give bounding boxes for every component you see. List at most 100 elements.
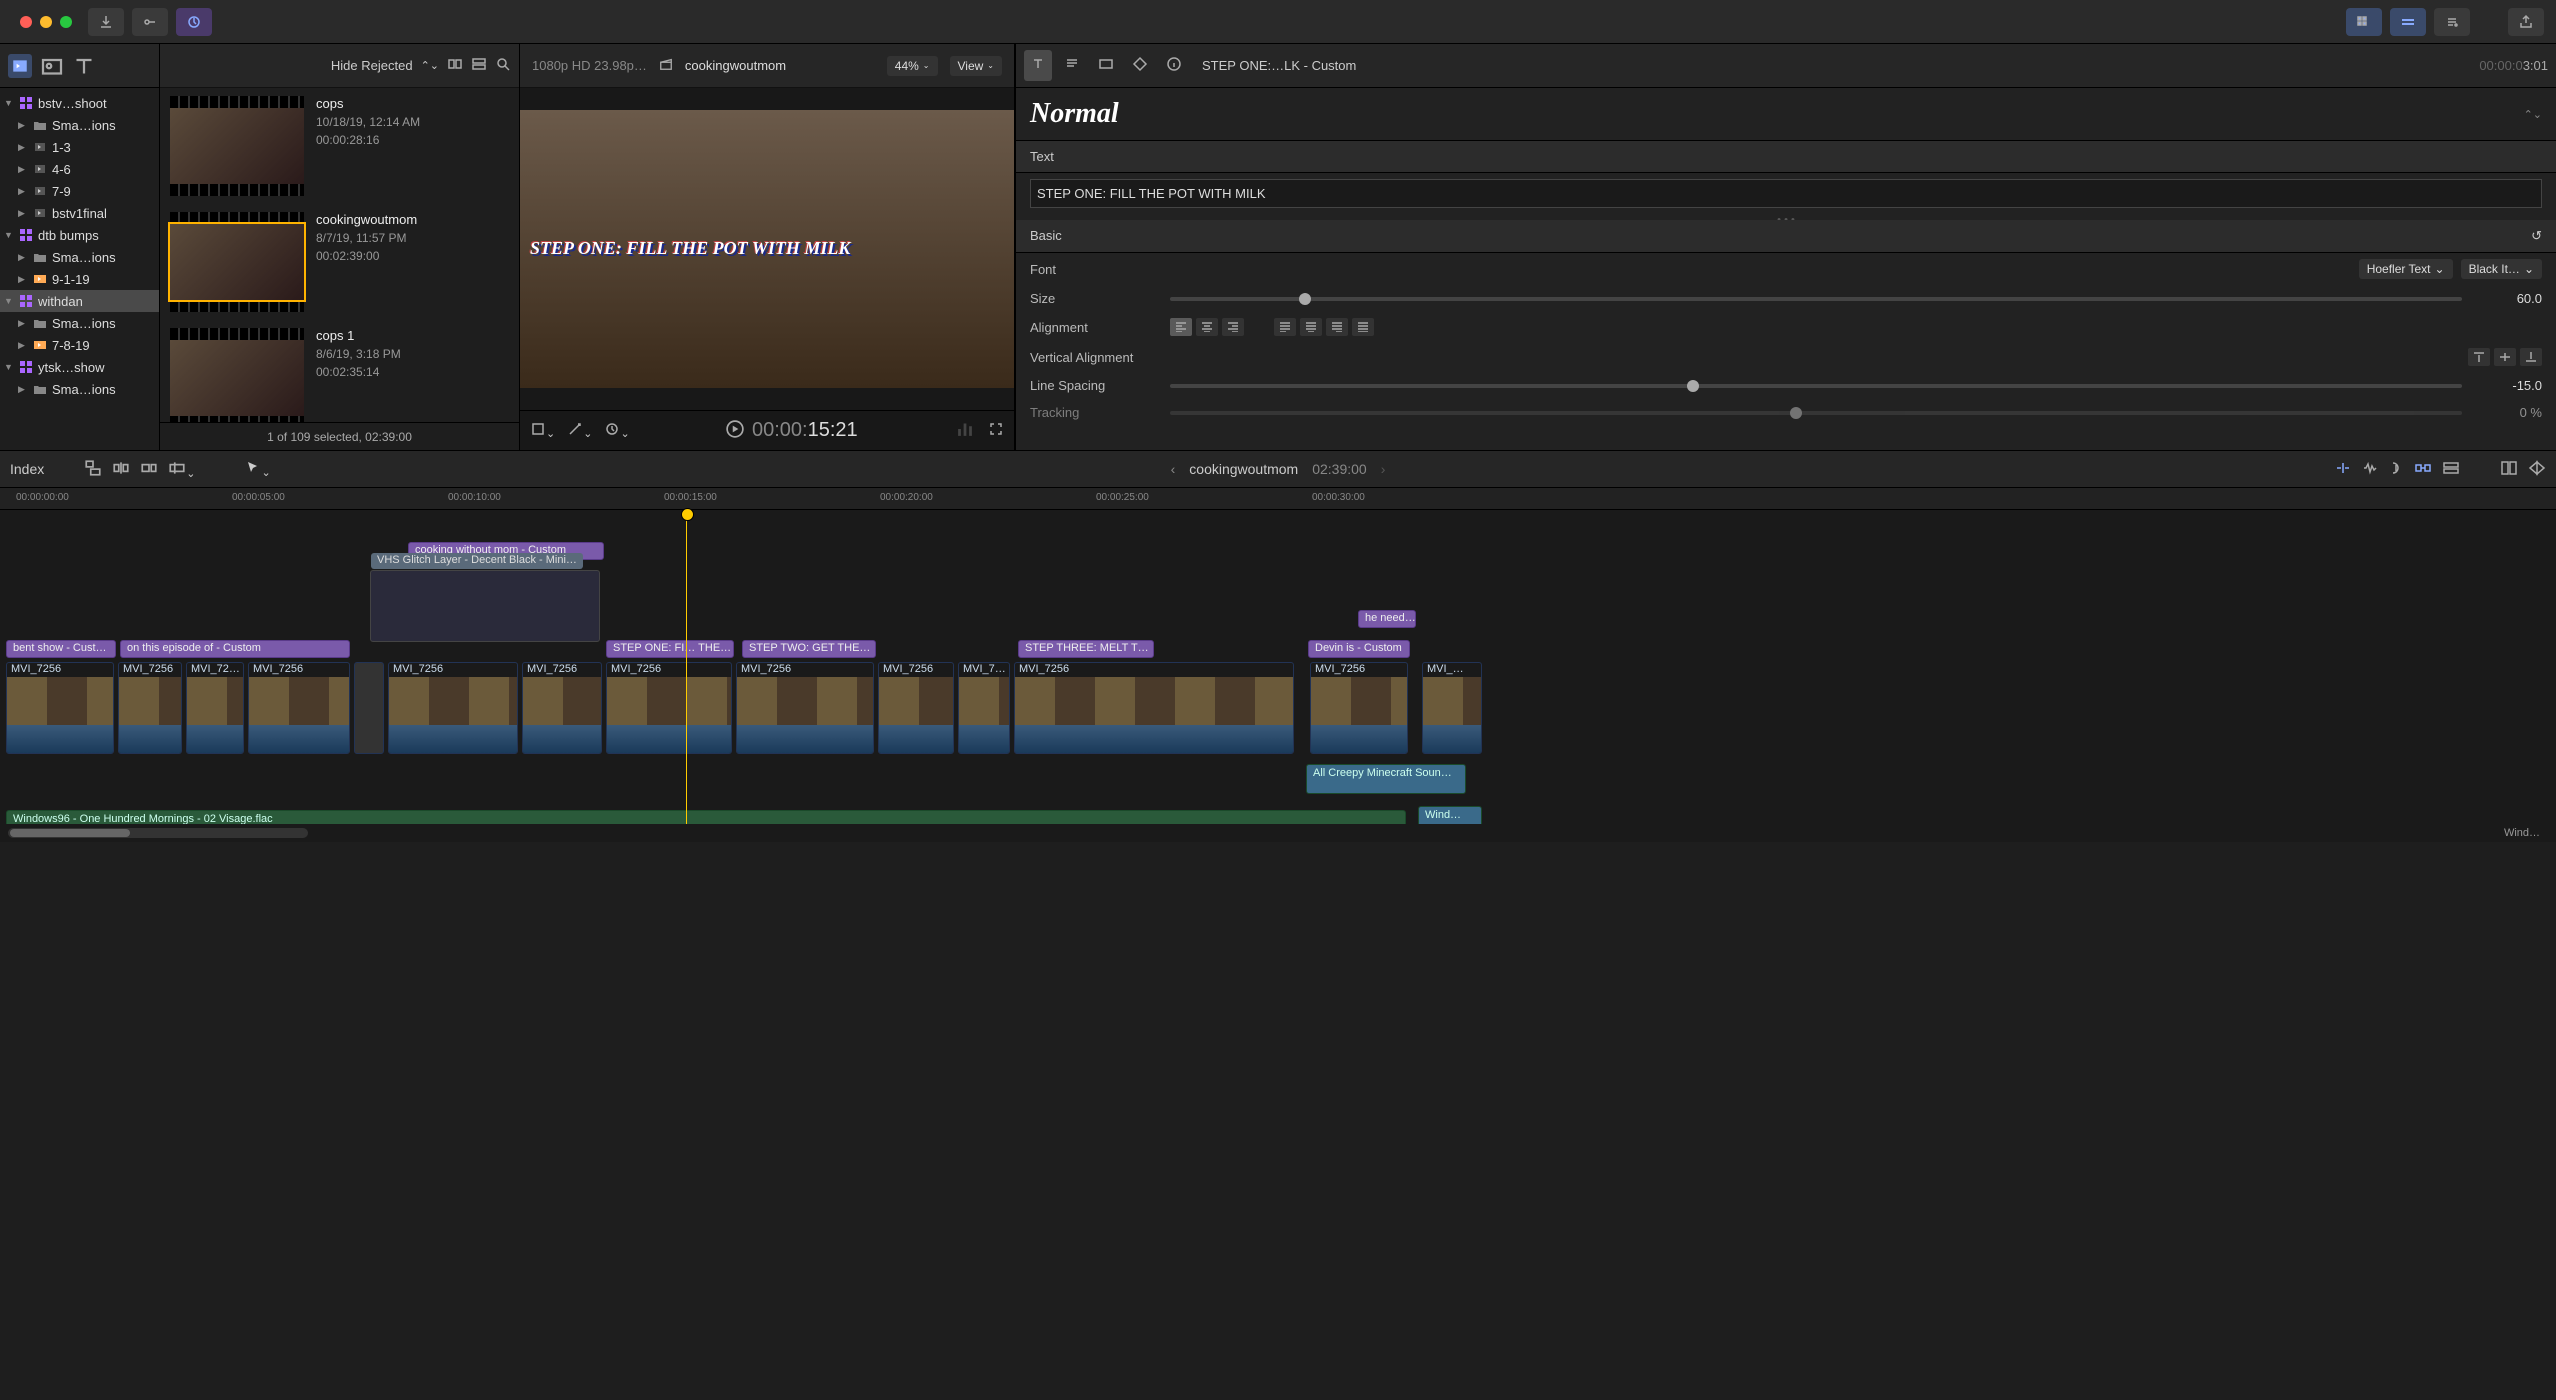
library-tree[interactable]: ▼bstv…shoot▶Sma…ions▶1-3▶4-6▶7-9▶bstv1fi…	[0, 88, 159, 404]
tracking-value[interactable]: 0 %	[2472, 405, 2542, 420]
browser-clip[interactable]: cops10/18/19, 12:14 AM00:00:28:16	[160, 88, 519, 204]
enhance-tool-icon[interactable]: ⌄	[567, 421, 592, 440]
align-center-button[interactable]	[1196, 318, 1218, 336]
library-item[interactable]: ▶4-6	[0, 158, 159, 180]
video-inspector-tab[interactable]	[1092, 50, 1120, 81]
library-item[interactable]: ▶9-1-19	[0, 268, 159, 290]
size-slider[interactable]	[1170, 297, 2462, 301]
library-item[interactable]: ▶Sma…ions	[0, 246, 159, 268]
font-style-dropdown[interactable]: Black It… ⌄	[2461, 259, 2542, 279]
library-item[interactable]: ▶Sma…ions	[0, 114, 159, 136]
library-item[interactable]: ▶bstv1final	[0, 202, 159, 224]
font-family-dropdown[interactable]: Hoefler Text ⌄	[2359, 259, 2453, 279]
video-clip[interactable]: MVI_7256	[736, 662, 874, 754]
overwrite-clip-icon[interactable]: ⌄	[168, 459, 195, 480]
browser-clip[interactable]: cookingwoutmom8/7/19, 11:57 PM00:02:39:0…	[160, 204, 519, 320]
title-clip[interactable]: STEP ONE: FI… THE…	[606, 640, 734, 658]
photos-tab-icon[interactable]	[40, 54, 64, 78]
library-item[interactable]: ▼ytsk…show	[0, 356, 159, 378]
align-justify-left-button[interactable]	[1274, 318, 1296, 336]
close-window-icon[interactable]	[20, 16, 32, 28]
workspace-inspector-button[interactable]	[2434, 8, 2470, 36]
video-clip[interactable]: MVI_7256	[118, 662, 182, 754]
valign-middle-button[interactable]	[2494, 348, 2516, 366]
title-clip[interactable]: STEP THREE: MELT T…	[1018, 640, 1154, 658]
video-clip[interactable]: MVI_7256	[388, 662, 518, 754]
timeline-prev-icon[interactable]: ‹	[1171, 461, 1176, 477]
video-clip[interactable]: MVI_7256	[522, 662, 602, 754]
audio-skimming-icon[interactable]	[2362, 461, 2378, 478]
video-clip[interactable]: MVI_7256	[878, 662, 954, 754]
title-clip[interactable]: bent show - Cust…	[6, 640, 116, 658]
title-text-input[interactable]	[1030, 179, 2542, 208]
grouping-icon[interactable]	[447, 56, 463, 75]
transitions-browser-icon[interactable]	[2528, 460, 2546, 479]
audio-clip[interactable]: Windows96 - One Hundred Mornings - 02 Vi…	[6, 810, 1406, 824]
align-justify-center-button[interactable]	[1300, 318, 1322, 336]
dropdown-chevron-icon[interactable]: ⌃⌄	[421, 59, 439, 72]
timeline-tracks[interactable]: bent show - Cust…on this episode of - Cu…	[0, 510, 2556, 824]
playhead[interactable]	[686, 510, 687, 824]
valign-top-button[interactable]	[2468, 348, 2490, 366]
paragraph-inspector-tab[interactable]	[1058, 50, 1086, 81]
library-item[interactable]: ▶Sma…ions	[0, 312, 159, 334]
align-right-button[interactable]	[1222, 318, 1244, 336]
library-item[interactable]: ▼bstv…shoot	[0, 92, 159, 114]
skimming-icon[interactable]	[2334, 461, 2352, 478]
video-clip[interactable]	[354, 662, 384, 754]
spacing-slider[interactable]	[1170, 384, 2462, 388]
generator-inspector-tab[interactable]	[1126, 50, 1154, 81]
audio-clip[interactable]: Wind…	[1418, 806, 1482, 824]
title-clip[interactable]: on this episode of - Custom	[120, 640, 350, 658]
title-clip[interactable]: Devin is - Custom	[1308, 640, 1410, 658]
play-button[interactable]	[726, 420, 744, 441]
viewer-canvas[interactable]: STEP ONE: FILL THE POT WITH MILK	[520, 88, 1014, 410]
video-clip[interactable]: MVI_…	[1422, 662, 1482, 754]
generator-clip[interactable]: VHS Glitch Layer - Decent Black - Mini…	[370, 570, 600, 642]
video-clip[interactable]: MVI_7…	[958, 662, 1010, 754]
snapping-icon[interactable]	[2414, 461, 2432, 478]
viewer-timecode[interactable]: 00:00:15:21	[752, 419, 858, 442]
align-justify-right-button[interactable]	[1326, 318, 1348, 336]
clip-appearance-timeline-icon[interactable]	[2442, 461, 2460, 478]
hide-rejected-dropdown[interactable]: Hide Rejected	[331, 58, 413, 73]
retime-tool-icon[interactable]: ⌄	[604, 421, 629, 440]
zoom-window-icon[interactable]	[60, 16, 72, 28]
timeline-scrollbar[interactable]	[8, 828, 308, 838]
video-clip[interactable]: MVI_7256	[1014, 662, 1294, 754]
chevron-updown-icon[interactable]: ⌃⌄	[2524, 108, 2542, 121]
libraries-tab-icon[interactable]	[8, 54, 32, 78]
spacing-value[interactable]: -15.0	[2472, 378, 2542, 393]
fullscreen-icon[interactable]	[988, 421, 1004, 440]
library-item[interactable]: ▶1-3	[0, 136, 159, 158]
library-item[interactable]: ▼dtb bumps	[0, 224, 159, 246]
audio-clip[interactable]: All Creepy Minecraft Soun…	[1306, 764, 1466, 794]
index-button[interactable]: Index	[10, 461, 44, 477]
background-tasks-button[interactable]	[176, 8, 212, 36]
library-item[interactable]: ▼withdan	[0, 290, 159, 312]
title-clip[interactable]: STEP TWO: GET THE…	[742, 640, 876, 658]
workspace-browser-button[interactable]	[2346, 8, 2382, 36]
timeline-next-icon[interactable]: ›	[1381, 461, 1386, 477]
title-clip[interactable]: he need…	[1358, 610, 1416, 628]
timeline[interactable]: 00:00:00:0000:00:05:0000:00:10:0000:00:1…	[0, 488, 2556, 824]
tracking-slider[interactable]	[1170, 411, 2462, 415]
size-value[interactable]: 60.0	[2472, 291, 2542, 306]
timeline-ruler[interactable]: 00:00:00:0000:00:05:0000:00:10:0000:00:1…	[0, 488, 2556, 510]
zoom-dropdown[interactable]: 44% ⌄	[887, 56, 938, 76]
insert-clip-icon[interactable]	[112, 459, 130, 480]
text-inspector-tab[interactable]	[1024, 50, 1052, 81]
library-item[interactable]: ▶Sma…ions	[0, 378, 159, 400]
reset-icon[interactable]: ↺	[2531, 228, 2542, 244]
view-dropdown[interactable]: View ⌄	[950, 56, 1003, 76]
video-clip[interactable]: MVI_7256	[6, 662, 114, 754]
video-clip[interactable]: MVI_72…	[186, 662, 244, 754]
keyword-button[interactable]	[132, 8, 168, 36]
transform-tool-icon[interactable]: ⌄	[530, 421, 555, 440]
library-item[interactable]: ▶7-8-19	[0, 334, 159, 356]
audio-meter-icon[interactable]	[954, 418, 976, 443]
effects-browser-icon[interactable]	[2500, 460, 2518, 479]
info-inspector-tab[interactable]	[1160, 50, 1188, 81]
library-item[interactable]: ▶7-9	[0, 180, 159, 202]
align-left-button[interactable]	[1170, 318, 1192, 336]
